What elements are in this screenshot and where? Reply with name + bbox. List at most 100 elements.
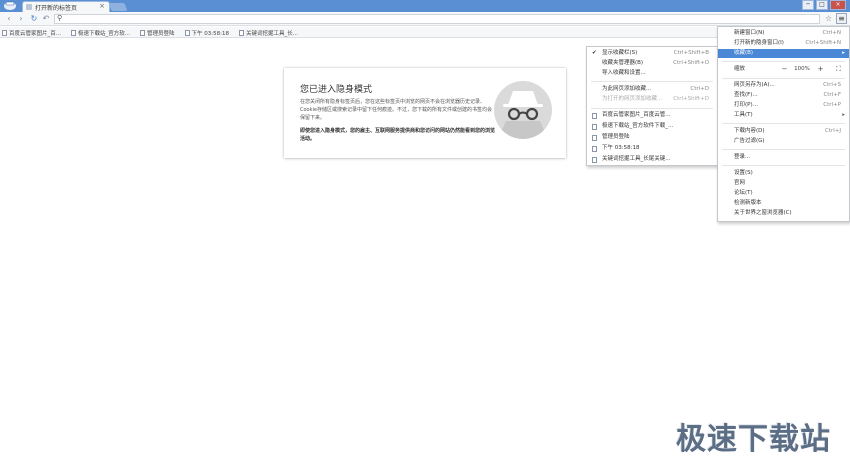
menu-item-label: 新建窗口(N) — [734, 30, 765, 36]
incognito-warning: 即使您进入隐身模式，您的雇主、互联网服务提供商和您访问的网站仍然能看到您的浏览活… — [300, 128, 496, 142]
menu-item-label: 网页另存为(A)... — [734, 82, 775, 88]
zoom-in-button[interactable]: + — [814, 65, 827, 74]
bookmark-entry[interactable]: 管理员登陆 — [587, 133, 717, 142]
bookmark-entry[interactable]: 下午 03:58:18 — [587, 144, 717, 153]
shortcut-label: Ctrl+S — [823, 82, 841, 88]
bookmark-item[interactable]: 关键词挖掘工具_长... — [238, 27, 298, 38]
menu-item-import-bookmarks[interactable]: 导入收藏和设置... — [587, 69, 717, 78]
shortcut-label: Ctrl+N — [822, 30, 841, 36]
zoom-row: 缩放 − 100% + ⛶ — [718, 63, 849, 76]
shortcut-label: Ctrl+Shift+D — [673, 96, 709, 102]
tab-new-tab[interactable]: 打开新的标签页 × — [22, 1, 110, 12]
tab-title: 打开新的标签页 — [35, 5, 78, 12]
menu-item-label: 登录... — [734, 154, 751, 160]
reload-icon[interactable]: ↻ — [29, 14, 39, 24]
page-icon — [238, 29, 244, 36]
incognito-spy-icon — [494, 81, 552, 139]
maximize-button[interactable]: □ — [816, 0, 828, 10]
menu-separator — [591, 81, 713, 82]
menu-separator — [722, 61, 845, 62]
bookmark-entry-label: 关键词挖掘工具_长尾关键... — [602, 156, 671, 162]
bookmark-entry-label: 百度云管家图片_百度云管... — [602, 112, 671, 118]
shortcut-label: Ctrl+D — [690, 86, 709, 92]
menu-item-label: 打开新的隐身窗口(I) — [734, 40, 784, 46]
menu-item-bookmarks[interactable]: 收藏(B) ▸ — [718, 49, 849, 58]
menu-item-forum[interactable]: 论坛(T) — [718, 189, 849, 198]
menu-item-label: 收藏夹管理器(B) — [602, 60, 644, 66]
menu-item-downloads[interactable]: 下载内容(D) Ctrl+J — [718, 127, 849, 136]
menu-item-label: 下载内容(D) — [734, 128, 765, 134]
forward-icon[interactable]: › — [16, 14, 26, 24]
new-tab-button[interactable] — [108, 3, 128, 11]
menu-item-bookmark-open-pages[interactable]: 为打开的网页添加收藏... Ctrl+Shift+D — [587, 95, 717, 104]
menu-separator — [722, 123, 845, 124]
zoom-level: 100% — [794, 66, 810, 72]
menu-item-find[interactable]: 查找(F)... Ctrl+F — [718, 91, 849, 100]
menu-item-settings[interactable]: 设置(S) — [718, 169, 849, 178]
page-icon — [71, 29, 76, 36]
close-window-button[interactable]: × — [830, 0, 846, 10]
address-bar[interactable]: ⚲ — [54, 14, 820, 24]
page-icon — [2, 29, 7, 36]
menu-item-ad-filter[interactable]: 广告过滤(G) — [718, 137, 849, 146]
zoom-out-button[interactable]: − — [778, 65, 791, 74]
window-controls: ─ □ × — [802, 0, 846, 10]
bookmark-entry[interactable]: 关键词挖掘工具_长尾关键... — [587, 155, 717, 164]
menu-item-login[interactable]: 登录... — [718, 153, 849, 162]
bookmark-star-icon[interactable]: ☆ — [825, 14, 832, 23]
menu-item-new-incognito-window[interactable]: 打开新的隐身窗口(I) Ctrl+Shift+N — [718, 39, 849, 48]
shortcut-label: Ctrl+Shift+N — [805, 40, 841, 46]
tab-close-icon[interactable]: × — [99, 2, 105, 10]
bookmark-label: 关键词挖掘工具_长... — [245, 30, 298, 37]
main-menu-button[interactable]: ≡ — [836, 13, 847, 24]
bookmark-entry-label: 下午 03:58:18 — [602, 145, 640, 151]
menu-item-official-site[interactable]: 官网 — [718, 179, 849, 188]
browser-logo-icon[interactable] — [2, 0, 18, 12]
bookmark-item[interactable]: 下午 03:58:18 — [184, 27, 229, 38]
menu-item-label: 导入收藏和设置... — [602, 70, 646, 76]
bookmark-entry-label: 极速下载站_官方软件下载_... — [602, 123, 674, 129]
zoom-label: 缩放 — [734, 66, 746, 72]
bookmark-label: 百度云管家图片_百... — [9, 30, 61, 37]
back-icon[interactable]: ‹ — [4, 14, 14, 24]
bookmarks-submenu: ✔ 显示收藏栏(S) Ctrl+Shift+B 收藏夹管理器(B) Ctrl+S… — [586, 46, 718, 166]
menu-item-print[interactable]: 打印(P)... Ctrl+P — [718, 101, 849, 110]
fullscreen-icon[interactable]: ⛶ — [832, 65, 845, 74]
page-icon — [592, 113, 597, 119]
bookmark-item[interactable]: 管理员登陆 — [140, 27, 175, 38]
bookmark-entry-label: 管理员登陆 — [602, 134, 630, 140]
shortcut-label: Ctrl+Shift+B — [673, 50, 709, 56]
shortcut-label: Ctrl+J — [824, 128, 841, 134]
menu-item-check-update[interactable]: 检测新版本 — [718, 199, 849, 208]
bookmark-label: 极速下载站_官方软... — [78, 30, 130, 37]
watermark-text: 极速下载站 — [676, 422, 831, 457]
menu-separator — [722, 165, 845, 166]
main-menu: 新建窗口(N) Ctrl+N 打开新的隐身窗口(I) Ctrl+Shift+N … — [717, 26, 850, 222]
bookmark-item[interactable]: 极速下载站_官方软... — [71, 27, 130, 38]
menu-item-label: 打印(P)... — [734, 102, 758, 108]
menu-item-label: 工具(T) — [734, 112, 753, 118]
menu-item-tools[interactable]: 工具(T) ▸ — [718, 111, 849, 120]
page-icon — [140, 29, 145, 36]
menu-item-about[interactable]: 关于世界之窗浏览器(C) — [718, 209, 849, 218]
undo-close-icon[interactable]: ↶ — [41, 14, 51, 24]
menu-item-new-window[interactable]: 新建窗口(N) Ctrl+N — [718, 29, 849, 38]
chevron-right-icon: ▸ — [842, 50, 845, 56]
minimize-button[interactable]: ─ — [802, 0, 814, 10]
bookmark-item[interactable]: 百度云管家图片_百... — [2, 27, 61, 38]
menu-item-bookmark-this-page[interactable]: 为此网页添加收藏... Ctrl+D — [587, 85, 717, 94]
page-icon — [592, 146, 597, 152]
menu-item-label: 查找(F)... — [734, 92, 758, 98]
incognito-description: 在您关闭所有隐身标签页后，您在这些标签页中浏览的网页不会在浏览器历史记录、Coo… — [300, 99, 492, 121]
shortcut-label: Ctrl+Shift+O — [673, 60, 709, 66]
zoom-label-wrap: 缩放 — [718, 65, 758, 74]
menu-item-save-page[interactable]: 网页另存为(A)... Ctrl+S — [718, 81, 849, 90]
menu-item-bookmark-manager[interactable]: 收藏夹管理器(B) Ctrl+Shift+O — [587, 59, 717, 68]
menu-item-show-bookmarks-bar[interactable]: ✔ 显示收藏栏(S) Ctrl+Shift+B — [587, 49, 717, 58]
page-icon — [592, 135, 597, 141]
bookmark-entry[interactable]: 极速下载站_官方软件下载_... — [587, 122, 717, 131]
menu-item-label: 设置(S) — [734, 170, 753, 176]
page-icon — [592, 157, 597, 163]
bookmark-entry[interactable]: 百度云管家图片_百度云管... — [587, 111, 717, 120]
menu-item-label: 检测新版本 — [734, 200, 762, 206]
